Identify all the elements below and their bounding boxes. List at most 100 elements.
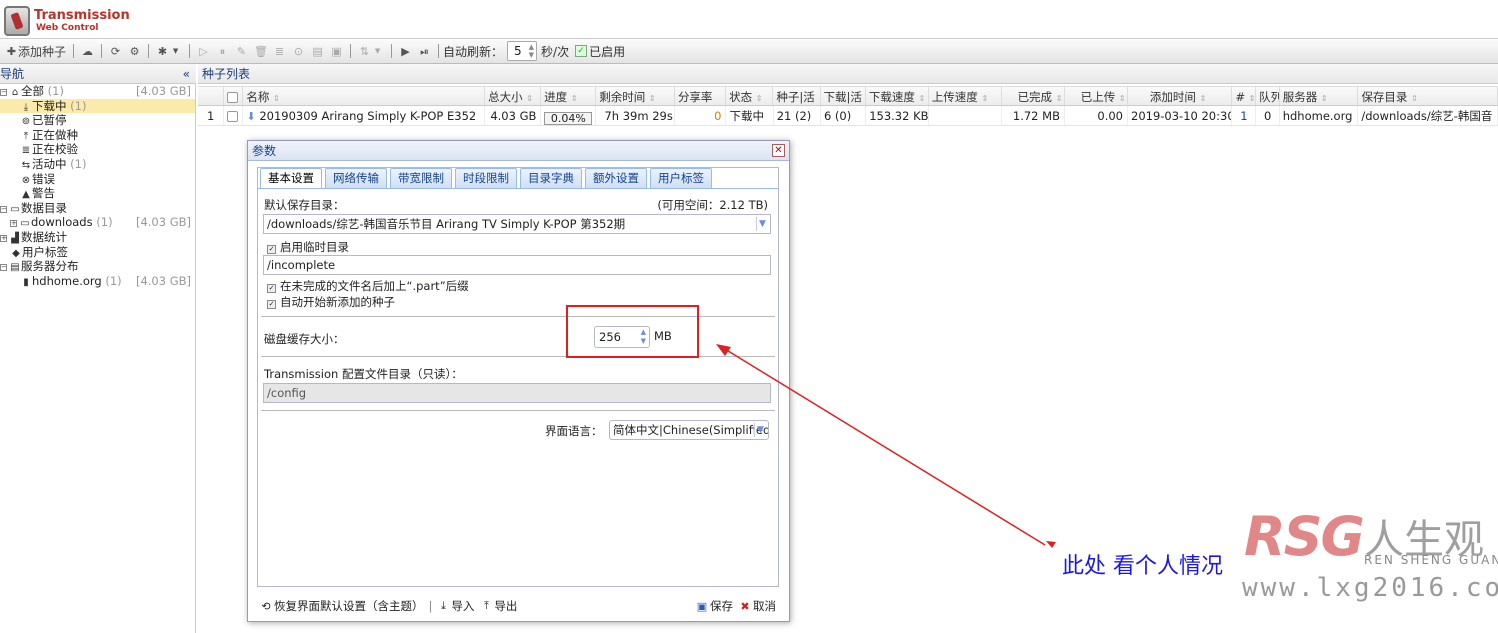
language-select[interactable]: 简体中文|Chinese(Simplified) ▼ — [609, 420, 769, 440]
auto-start-checkbox[interactable]: ✓ — [267, 300, 276, 309]
refresh-button[interactable]: ⟳ — [106, 41, 125, 61]
toolbar-divider — [189, 44, 191, 58]
col-completed-header[interactable]: 已完成 ⇕ — [1002, 87, 1065, 105]
tree-toggle-icon[interactable]: − — [0, 89, 7, 96]
dialog-title-bar: 参数 ✕ — [248, 141, 789, 161]
restore-defaults-button[interactable]: ⟲ 恢复界面默认设置（含主题） — [257, 598, 427, 614]
pause-button[interactable]: ⏸ — [213, 41, 232, 61]
plus-icon: ✚ — [6, 44, 17, 58]
table-row[interactable]: 1 ⬇ 20190309 Arirang Simply K-POP E352 4… — [198, 106, 1498, 126]
col-server-header[interactable]: 服务器 ⇕ — [1280, 87, 1359, 105]
default-dir-select[interactable]: /downloads/综艺-韩国音乐节目 Arirang TV Simply K… — [263, 214, 771, 234]
tab-schedule[interactable]: 时段限制 — [455, 168, 517, 188]
auto-refresh-checkbox[interactable]: ✓ — [575, 45, 588, 57]
save-button[interactable]: ▣ 保存 — [693, 598, 736, 614]
restore-icon: ⟲ — [261, 599, 271, 613]
settings-button[interactable]: ⚙ — [125, 41, 144, 61]
sidebar-item-label: 数据目录 — [21, 200, 67, 215]
sidebar-item-checking[interactable]: ≣ 正在校验 — [0, 142, 195, 157]
tab-dir-dict[interactable]: 目录字典 — [520, 168, 582, 188]
plugins-button[interactable]: ✱ ▼ — [153, 41, 185, 61]
sidebar-item-data-dirs[interactable]: − ▭数据目录 — [0, 201, 195, 216]
tree-toggle-icon[interactable]: + — [10, 220, 17, 228]
preferences-dialog: 参数 ✕ 基本设置 网络传输 带宽限制 时段限制 目录字典 额外设置 用户标签 … — [247, 140, 790, 622]
tree-toggle-icon[interactable]: − — [0, 205, 7, 213]
close-icon[interactable]: ✕ — [772, 144, 785, 157]
auto-start-option[interactable]: ✓ 自动开始新添加的种子 — [267, 294, 395, 310]
col-progress-header[interactable]: 进度 ⇕ — [541, 87, 597, 105]
sidebar-item-seeding[interactable]: ⤒ 正在做种 — [0, 128, 195, 143]
tree-toggle-icon[interactable]: − — [0, 264, 7, 272]
temp-dir-input[interactable]: /incomplete — [263, 255, 771, 275]
row-uploaded: 0.00 — [1065, 106, 1128, 125]
col-seeds-header[interactable]: 种子|活 — [773, 87, 821, 105]
chevron-down-icon[interactable]: ▼ — [754, 423, 766, 437]
tab-extra[interactable]: 额外设置 — [585, 168, 647, 188]
part-suffix-option[interactable]: ✓ 在未完成的文件名后加上“.part”后缀 — [267, 278, 469, 294]
select-all-checkbox[interactable] — [226, 92, 238, 103]
queue-button[interactable]: ⇅ ▼ — [355, 41, 387, 61]
export-button[interactable]: ⤒ 导出 — [477, 598, 520, 614]
sidebar-item-stats[interactable]: + ▟ 数据统计 — [0, 230, 195, 245]
tab-network[interactable]: 网络传输 — [325, 168, 387, 188]
highlight-box — [566, 305, 699, 358]
col-status-header[interactable]: 状态 ⇕ — [726, 87, 774, 105]
collapse-icon[interactable]: « — [183, 67, 190, 81]
col-num-header[interactable]: # ⇕ — [1232, 87, 1257, 105]
pause-all-button[interactable]: ⏯ — [415, 41, 434, 61]
recheck-button[interactable]: ≣ — [270, 41, 289, 61]
sidebar-item-paused[interactable]: ⊚ 已暂停 — [0, 113, 195, 128]
col-remaining-header[interactable]: 剩余时间 ⇕ — [596, 87, 675, 105]
col-queue-header[interactable]: 队列 — [1256, 87, 1280, 105]
tab-user-labels[interactable]: 用户标签 — [650, 168, 712, 188]
labels-button[interactable]: ▣ — [327, 41, 346, 61]
spinner-arrows-icon[interactable]: ▲ ▼ — [529, 43, 534, 59]
row-check-cell[interactable] — [224, 106, 244, 125]
col-ratio-header[interactable]: 分享率 — [675, 87, 727, 105]
sidebar-item-label: 错误 — [32, 171, 55, 186]
col-check-header[interactable] — [224, 87, 244, 105]
tree-toggle-icon[interactable]: + — [0, 234, 7, 242]
start-button[interactable]: ▷ — [194, 41, 213, 61]
col-size-header[interactable]: 总大小 ⇕ — [485, 87, 542, 105]
start-all-button[interactable]: ▶ — [396, 41, 415, 61]
tab-underline — [258, 188, 778, 189]
cancel-button[interactable]: ✖ 取消 — [736, 598, 779, 614]
import-icon: ⤓ — [440, 599, 446, 612]
part-suffix-checkbox[interactable]: ✓ — [267, 284, 276, 293]
move-button[interactable]: ▤ — [308, 41, 327, 61]
col-peers-header[interactable]: 下载|活 — [821, 87, 866, 105]
col-uploaded-header[interactable]: 已上传 ⇕ — [1065, 87, 1128, 105]
sidebar-item-all[interactable]: − ⌂ 全部 (1) [4.03 GB] — [0, 84, 195, 99]
col-save-dir-header[interactable]: 保存目录 ⇕ — [1358, 87, 1498, 105]
chevron-down-icon[interactable]: ▼ — [756, 217, 768, 231]
col-label: 已完成 — [1017, 90, 1053, 104]
auto-refresh-input[interactable]: 5 ▲ ▼ — [507, 41, 538, 61]
add-torrent-button[interactable]: ✚ 添加种子 — [2, 41, 69, 61]
sidebar-item-labels[interactable]: ◆ 用户标签 — [0, 245, 195, 260]
reannounce-button[interactable]: ⊙ — [289, 41, 308, 61]
col-added-header[interactable]: 添加时间 ⇕ — [1128, 87, 1233, 105]
temp-dir-checkbox[interactable]: ✓ — [267, 245, 276, 254]
sidebar-item-downloads[interactable]: + ▭downloads (1) [4.03 GB] — [0, 215, 195, 230]
remove-button[interactable]: ☁ — [78, 41, 97, 61]
sidebar-item-warning[interactable]: ▲ 警告 — [0, 186, 195, 201]
toolbar-divider — [391, 44, 393, 58]
row-status: 下载中 — [726, 106, 774, 125]
tab-bandwidth[interactable]: 带宽限制 — [390, 168, 452, 188]
row-checkbox[interactable] — [226, 111, 238, 122]
sidebar-item-hdhome[interactable]: ▮ hdhome.org (1) [4.03 GB] — [0, 274, 195, 289]
col-name-header[interactable]: 名称 ⇕ — [243, 87, 486, 105]
col-down-speed-header[interactable]: 下载速度 ⇕ — [866, 87, 929, 105]
delete-button[interactable]: 🗑 — [251, 41, 270, 61]
import-button[interactable]: ⤓ 导入 — [434, 598, 477, 614]
sidebar-item-active[interactable]: ⇆ 活动中 (1) — [0, 157, 195, 172]
rename-button[interactable]: ✎ — [232, 41, 251, 61]
col-up-speed-header[interactable]: 上传速度 ⇕ — [929, 87, 1002, 105]
row-name: 20190309 Arirang Simply K-POP E352 — [259, 109, 477, 123]
tab-basic[interactable]: 基本设置 — [260, 168, 322, 189]
sidebar-item-servers[interactable]: − ▤服务器分布 — [0, 259, 195, 274]
temp-dir-option[interactable]: ✓ 启用临时目录 — [267, 239, 349, 255]
sidebar-item-error[interactable]: ⊗ 错误 — [0, 172, 195, 187]
sidebar-item-downloading[interactable]: ⤓ 下载中 (1) — [0, 98, 195, 114]
